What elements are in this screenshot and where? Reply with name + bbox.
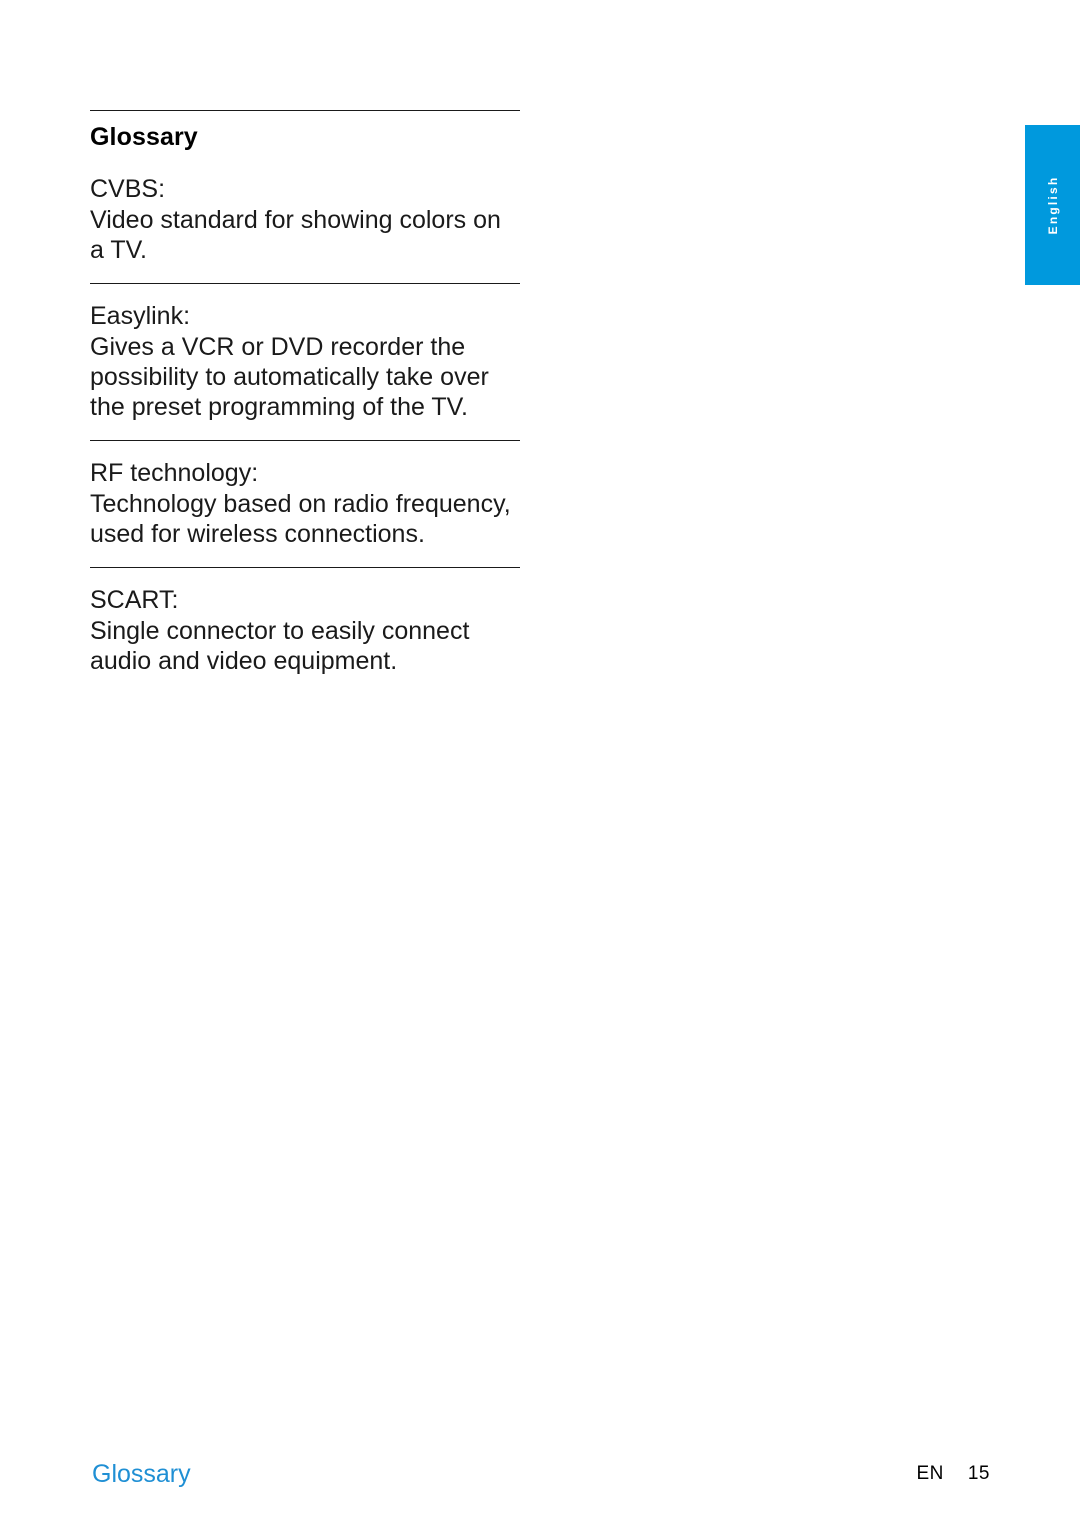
- glossary-entry: RF technology: Technology based on radio…: [90, 458, 520, 549]
- page-footer: Glossary EN 15: [0, 1437, 1080, 1527]
- page-title: Glossary: [90, 123, 198, 151]
- glossary-entry: CVBS: Video standard for showing colors …: [90, 174, 520, 265]
- footer-language-code: EN: [916, 1463, 944, 1484]
- footer-chapter-label: Glossary: [92, 1460, 191, 1488]
- footer-page-number: 15: [967, 1463, 990, 1484]
- glossary-term: CVBS:: [90, 175, 166, 203]
- glossary-term: RF technology:: [90, 459, 259, 487]
- glossary-term: Easylink:: [90, 302, 191, 330]
- glossary-section: Glossary CVBS: Video standard for showin…: [90, 110, 520, 676]
- language-tab: English: [1025, 125, 1080, 285]
- glossary-definition: Video standard for showing colors on a T…: [90, 206, 501, 264]
- glossary-entry: Easylink: Gives a VCR or DVD recorder th…: [90, 301, 520, 422]
- divider-top: [90, 110, 520, 111]
- glossary-definition: Single connector to easily connect audio…: [90, 617, 470, 675]
- glossary-definition: Gives a VCR or DVD recorder the possibil…: [90, 333, 489, 421]
- glossary-definition: Technology based on radio frequency, use…: [90, 490, 511, 548]
- glossary-entry: SCART: Single connector to easily connec…: [90, 585, 520, 676]
- footer-page-info: EN 15: [916, 1463, 990, 1485]
- glossary-term: SCART:: [90, 586, 179, 614]
- language-tab-label: English: [1045, 175, 1060, 235]
